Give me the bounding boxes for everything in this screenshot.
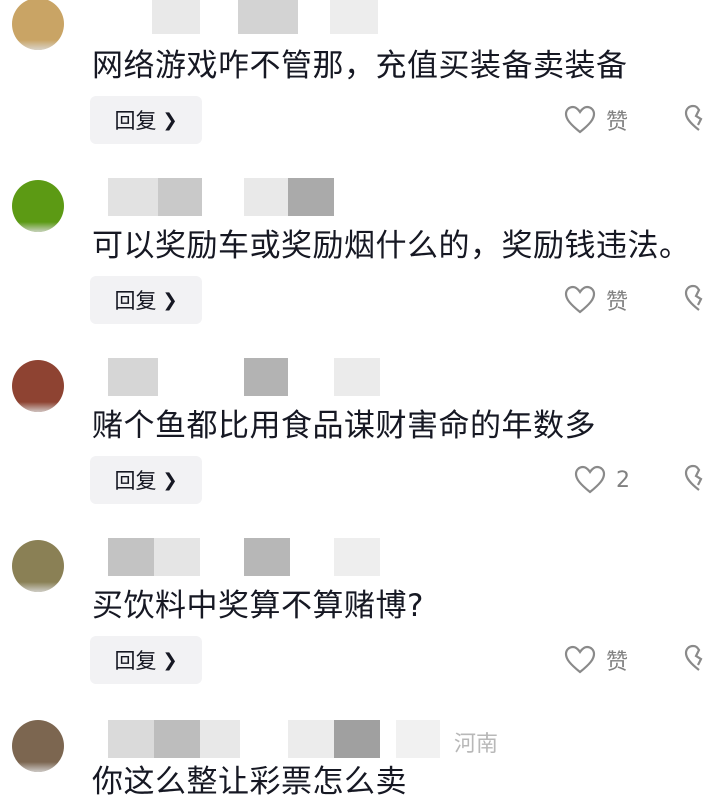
comment-text: 买饮料中奖算不算赌博?: [92, 588, 424, 624]
avatar-shade: [12, 762, 64, 772]
blur-block: [244, 538, 290, 576]
avatar-shade: [12, 40, 64, 50]
like-button[interactable]: 赞: [564, 102, 628, 138]
blur-block: [244, 358, 288, 396]
blur-block: [200, 720, 240, 758]
blur-block: [108, 178, 158, 216]
avatar[interactable]: [12, 180, 64, 232]
blur-block: [154, 538, 200, 576]
avatar[interactable]: [12, 720, 64, 772]
blur-block: [158, 178, 202, 216]
comment-text: 网络游戏咋不管那，充值买装备卖装备: [92, 48, 628, 84]
comment-item: 河南 你这么整让彩票怎么卖: [0, 720, 711, 805]
avatar[interactable]: [12, 360, 64, 412]
comment-text: 可以奖励车或奖励烟什么的，奖励钱违法。: [92, 228, 691, 264]
blur-block: [334, 720, 380, 758]
like-button[interactable]: 2: [574, 462, 630, 498]
blur-block: [152, 0, 200, 34]
reply-button[interactable]: 回复 ❯: [90, 456, 202, 504]
like-button[interactable]: 赞: [564, 642, 628, 678]
heart-icon: [574, 465, 606, 494]
avatar[interactable]: [12, 540, 64, 592]
blur-block: [108, 538, 154, 576]
broken-heart-icon[interactable]: [684, 284, 711, 314]
blur-block: [288, 720, 334, 758]
reply-label: 回复: [114, 289, 157, 313]
blur-block: [108, 720, 154, 758]
comment-item: 网络游戏咋不管那，充值买装备卖装备 回复 ❯ 赞: [0, 0, 711, 184]
chevron-right-icon: ❯: [162, 469, 178, 491]
avatar-shade: [12, 582, 64, 592]
like-label: 赞: [606, 290, 629, 315]
username-blurred[interactable]: [108, 178, 528, 218]
heart-icon: [564, 285, 596, 314]
reply-button[interactable]: 回复 ❯: [90, 636, 202, 684]
comment-item: 赌个鱼都比用食品谋财害命的年数多 回复 ❯ 2: [0, 358, 711, 544]
like-label: 赞: [606, 110, 629, 135]
username-blurred[interactable]: [108, 358, 528, 398]
avatar-shade: [12, 222, 64, 232]
reply-label: 回复: [114, 469, 157, 493]
blur-block: [396, 720, 440, 758]
username-blurred[interactable]: [108, 538, 528, 578]
reply-label: 回复: [114, 649, 157, 673]
broken-heart-icon[interactable]: [684, 644, 711, 674]
reply-label: 回复: [114, 109, 157, 133]
chevron-right-icon: ❯: [162, 289, 178, 311]
location-label: 河南: [454, 732, 499, 757]
chevron-right-icon: ❯: [162, 109, 178, 131]
comment-item: 可以奖励车或奖励烟什么的，奖励钱违法。 回复 ❯ 赞: [0, 178, 711, 364]
like-button[interactable]: 赞: [564, 282, 628, 318]
heart-icon: [564, 645, 596, 674]
avatar[interactable]: [12, 0, 64, 50]
blur-block: [334, 358, 380, 396]
reply-button[interactable]: 回复 ❯: [90, 276, 202, 324]
comment-item: 买饮料中奖算不算赌博? 回复 ❯ 赞: [0, 538, 711, 724]
heart-icon: [564, 105, 596, 134]
avatar-shade: [12, 402, 64, 412]
blur-block: [334, 538, 380, 576]
blur-block: [108, 358, 158, 396]
blur-block: [238, 0, 298, 34]
username-blurred[interactable]: 河南: [108, 720, 528, 760]
like-label: 赞: [606, 650, 629, 675]
reply-button[interactable]: 回复 ❯: [90, 96, 202, 144]
chevron-right-icon: ❯: [162, 649, 178, 671]
comment-text: 你这么整让彩票怎么卖: [92, 764, 407, 800]
blur-block: [330, 0, 378, 34]
broken-heart-icon[interactable]: [684, 464, 711, 494]
like-count: 2: [616, 467, 630, 493]
blur-block: [244, 178, 288, 216]
blur-block: [154, 720, 200, 758]
comment-text: 赌个鱼都比用食品谋财害命的年数多: [92, 408, 596, 444]
blur-block: [288, 178, 334, 216]
broken-heart-icon[interactable]: [684, 104, 711, 134]
username-blurred[interactable]: [108, 0, 528, 36]
